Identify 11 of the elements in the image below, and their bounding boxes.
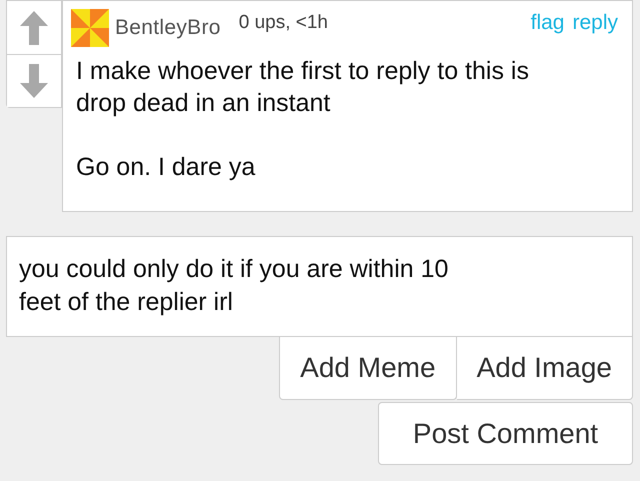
comment-meta: 0 ups, <1h — [238, 12, 330, 34]
downvote-button[interactable] — [7, 54, 61, 107]
add-button[interactable]: Add Meme — [279, 337, 457, 400]
comment-text: I make whoever the first to reply to this is drop dead in an instant Go on. I dare ya — [75, 56, 530, 183]
up-arrow-icon — [20, 10, 48, 44]
username[interactable]: BentleyBro — [115, 16, 221, 40]
reply-field[interactable]: you could only do it if you are within 10 feet of the replier irl — [6, 236, 633, 337]
post-comment-button[interactable]: Post Comment — [378, 402, 633, 465]
add-button[interactable]: Add Image — [456, 337, 633, 400]
avatar-icon — [71, 9, 109, 47]
down-arrow-icon — [20, 64, 48, 98]
